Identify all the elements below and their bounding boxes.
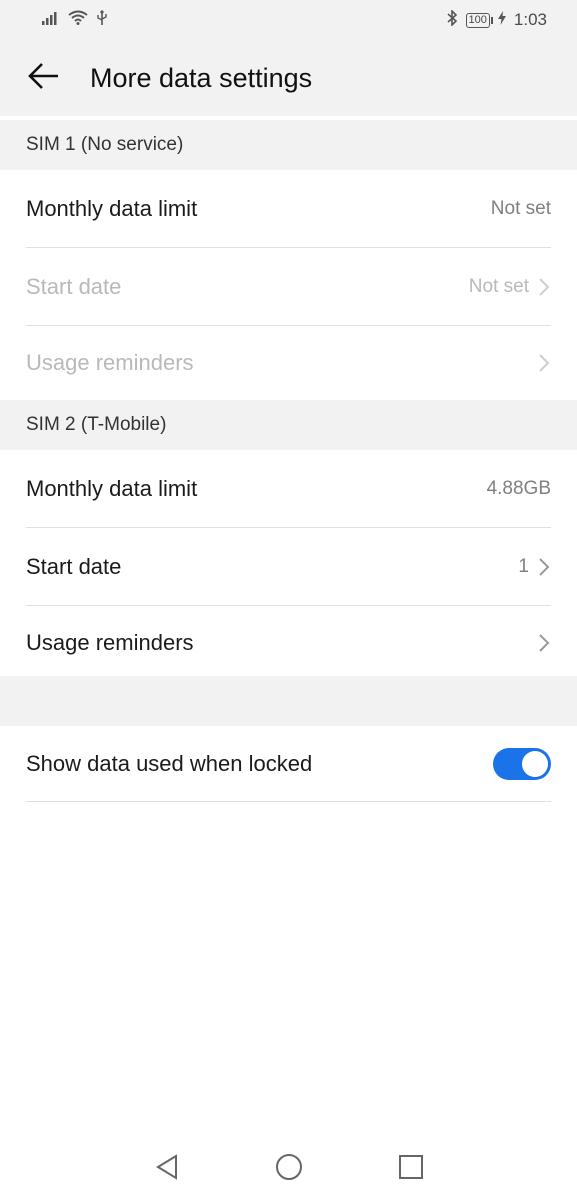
row-label: Usage reminders [26, 350, 194, 375]
sim2-group: Monthly data limit 4.88GB Start date 1 U… [0, 450, 577, 680]
show-data-locked-toggle[interactable] [493, 747, 551, 780]
charging-icon [497, 10, 506, 30]
home-circle-icon [275, 1153, 303, 1186]
lock-setting-group: Show data used when locked [0, 726, 577, 802]
sim1-monthly-limit-row[interactable]: Monthly data limit Not set [26, 170, 551, 248]
status-right: 100 1:03 [446, 8, 547, 31]
section-divider-band [0, 676, 577, 726]
chevron-right-icon [537, 352, 551, 374]
back-triangle-icon [154, 1153, 180, 1186]
show-data-locked-row[interactable]: Show data used when locked [26, 726, 551, 802]
chevron-right-icon [537, 632, 551, 654]
row-label: Usage reminders [26, 630, 194, 655]
page-title: More data settings [90, 62, 313, 93]
row-right [537, 352, 551, 374]
battery-icon: 100 [465, 12, 494, 28]
row-right: 4.88GB [487, 478, 551, 500]
app-header: More data settings [0, 40, 577, 116]
row-value: 1 [518, 555, 529, 577]
row-value: Not set [490, 197, 551, 219]
row-right: Not set [469, 276, 551, 298]
recents-square-icon [398, 1154, 424, 1185]
row-label: Start date [26, 553, 122, 579]
row-value: 4.88GB [486, 477, 551, 499]
row-label: Start date [26, 273, 122, 299]
row-label: Monthly data limit [26, 195, 198, 221]
sim2-section-header: SIM 2 (T-Mobile) [0, 400, 577, 450]
nav-back-button[interactable] [150, 1152, 184, 1186]
sim2-usage-reminders-row[interactable]: Usage reminders [26, 606, 551, 680]
status-left [42, 9, 108, 31]
system-nav-bar [0, 1140, 577, 1198]
bluetooth-icon [446, 8, 458, 31]
toggle-knob [522, 750, 548, 777]
back-button[interactable] [14, 48, 74, 108]
row-right: 1 [518, 556, 551, 578]
row-value: Not set [468, 275, 529, 297]
status-bar: 100 1:03 [0, 0, 577, 40]
row-right [537, 632, 551, 654]
sim1-usage-reminders-row: Usage reminders [26, 326, 551, 400]
nav-home-button[interactable] [272, 1152, 306, 1186]
sim1-group: Monthly data limit Not set Start date No… [0, 170, 577, 400]
row-label: Show data used when locked [26, 750, 313, 776]
chevron-right-icon [537, 556, 551, 578]
arrow-left-icon [28, 62, 60, 95]
signal-icon [42, 10, 60, 30]
nav-recents-button[interactable] [394, 1152, 428, 1186]
sim1-section-header: SIM 1 (No service) [0, 120, 577, 170]
chevron-right-icon [537, 276, 551, 298]
row-right: Not set [491, 198, 551, 220]
usb-icon [96, 9, 108, 31]
status-time: 1:03 [513, 10, 547, 29]
wifi-icon [68, 10, 88, 30]
sim2-start-date-row[interactable]: Start date 1 [26, 528, 551, 606]
sim1-start-date-row: Start date Not set [26, 248, 551, 326]
row-label: Monthly data limit [26, 475, 198, 501]
sim2-monthly-limit-row[interactable]: Monthly data limit 4.88GB [26, 450, 551, 528]
